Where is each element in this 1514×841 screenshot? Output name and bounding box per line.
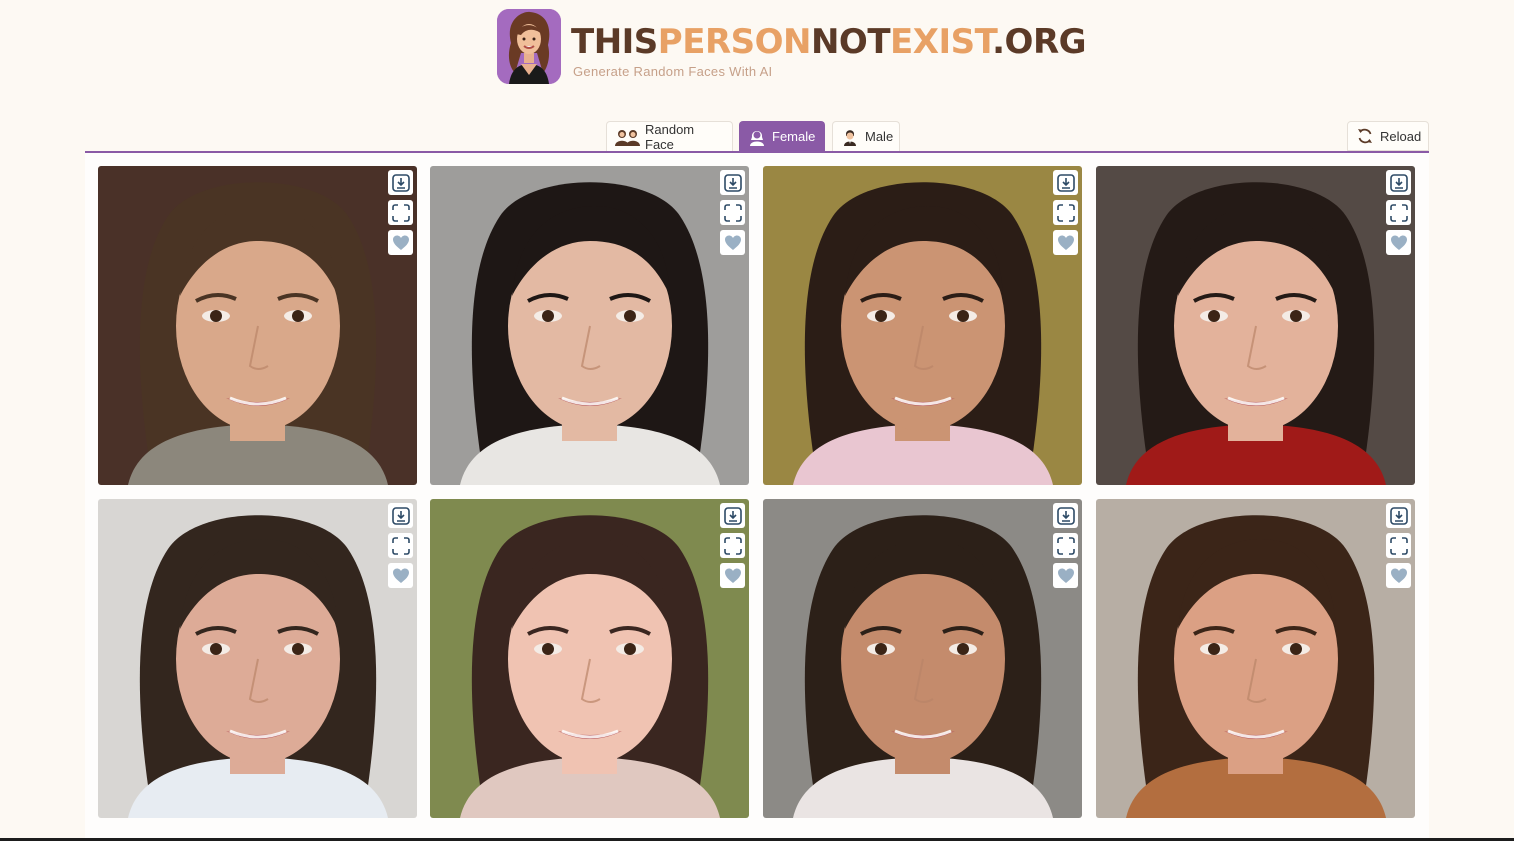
site-title-exist: EXIST <box>890 22 993 62</box>
heart-icon <box>392 567 410 585</box>
download-icon <box>1389 173 1408 192</box>
fullscreen-button[interactable] <box>720 533 745 558</box>
fullscreen-button[interactable] <box>1053 200 1078 225</box>
face-card[interactable] <box>98 499 417 818</box>
face-image <box>98 499 417 818</box>
download-icon <box>723 173 742 192</box>
face-image <box>430 166 749 485</box>
fullscreen-icon <box>391 203 410 222</box>
site-title-person: PERSON <box>657 22 812 62</box>
card-actions <box>720 503 745 588</box>
site-title-not: NOT <box>810 22 891 62</box>
heart-button[interactable] <box>1386 230 1411 255</box>
face-card[interactable] <box>1096 166 1415 485</box>
face-card[interactable] <box>98 166 417 485</box>
card-actions <box>388 503 413 588</box>
heart-icon <box>724 567 742 585</box>
fullscreen-button[interactable] <box>1386 533 1411 558</box>
fullscreen-icon <box>1389 536 1408 555</box>
heart-icon <box>1390 234 1408 252</box>
male-user-icon <box>841 128 859 146</box>
heart-button[interactable] <box>1053 563 1078 588</box>
fullscreen-button[interactable] <box>1053 533 1078 558</box>
fullscreen-icon <box>723 536 742 555</box>
heart-icon <box>724 234 742 252</box>
site-title-this: THIS <box>571 22 658 62</box>
card-actions <box>1386 503 1411 588</box>
face-card[interactable] <box>430 499 749 818</box>
face-image <box>763 499 1082 818</box>
fullscreen-button[interactable] <box>720 200 745 225</box>
card-actions <box>1053 170 1078 255</box>
card-actions <box>1386 170 1411 255</box>
face-gallery <box>85 153 1429 841</box>
reload-icon <box>1356 127 1374 145</box>
tab-male[interactable]: Male <box>832 121 900 151</box>
download-button[interactable] <box>720 503 745 528</box>
heart-button[interactable] <box>1053 230 1078 255</box>
face-card[interactable] <box>1096 499 1415 818</box>
face-image <box>763 166 1082 485</box>
heart-icon <box>1057 234 1075 252</box>
site-title-org: .ORG <box>992 22 1087 62</box>
download-icon <box>723 506 742 525</box>
face-card[interactable] <box>430 166 749 485</box>
download-button[interactable] <box>720 170 745 195</box>
tab-label: Female <box>772 129 816 144</box>
download-icon <box>1056 506 1075 525</box>
fullscreen-icon <box>1056 203 1075 222</box>
fullscreen-button[interactable] <box>388 533 413 558</box>
tab-label: Random Face <box>645 121 695 152</box>
download-button[interactable] <box>388 503 413 528</box>
face-image <box>1096 166 1415 485</box>
card-actions <box>388 170 413 255</box>
face-image <box>1096 499 1415 818</box>
heart-icon <box>392 234 410 252</box>
heart-button[interactable] <box>388 230 413 255</box>
fullscreen-icon <box>1389 203 1408 222</box>
reload-label: Reload <box>1380 128 1422 144</box>
heart-icon <box>1057 567 1075 585</box>
download-button[interactable] <box>1053 170 1078 195</box>
tab-label: Male <box>865 129 894 144</box>
site-logo[interactable]: THISPERSONNOTEXIST.ORG Generate Random F… <box>497 9 1087 85</box>
download-icon <box>391 173 410 192</box>
fullscreen-button[interactable] <box>388 200 413 225</box>
heart-icon <box>1390 567 1408 585</box>
face-card[interactable] <box>763 499 1082 818</box>
heart-button[interactable] <box>388 563 413 588</box>
fullscreen-icon <box>391 536 410 555</box>
female-user-icon <box>748 128 766 146</box>
card-actions <box>720 170 745 255</box>
logo-avatar-icon <box>497 9 561 84</box>
site-title: THISPERSONNOTEXIST.ORG <box>571 22 1087 62</box>
tab-female[interactable]: Female <box>739 121 825 151</box>
download-icon <box>391 506 410 525</box>
download-button[interactable] <box>1386 503 1411 528</box>
heart-button[interactable] <box>720 563 745 588</box>
fullscreen-icon <box>1056 536 1075 555</box>
face-image <box>98 166 417 485</box>
heart-button[interactable] <box>720 230 745 255</box>
tab-random-face[interactable]: Random Face <box>606 121 733 152</box>
reload-button[interactable]: Reload <box>1347 121 1429 151</box>
download-button[interactable] <box>1386 170 1411 195</box>
fullscreen-icon <box>723 203 742 222</box>
fullscreen-button[interactable] <box>1386 200 1411 225</box>
card-actions <box>1053 503 1078 588</box>
download-button[interactable] <box>1053 503 1078 528</box>
two-people-icon <box>615 128 640 146</box>
heart-button[interactable] <box>1386 563 1411 588</box>
download-icon <box>1056 173 1075 192</box>
download-icon <box>1389 506 1408 525</box>
face-card[interactable] <box>763 166 1082 485</box>
download-button[interactable] <box>388 170 413 195</box>
face-image <box>430 499 749 818</box>
site-subtitle: Generate Random Faces With AI <box>573 64 773 79</box>
